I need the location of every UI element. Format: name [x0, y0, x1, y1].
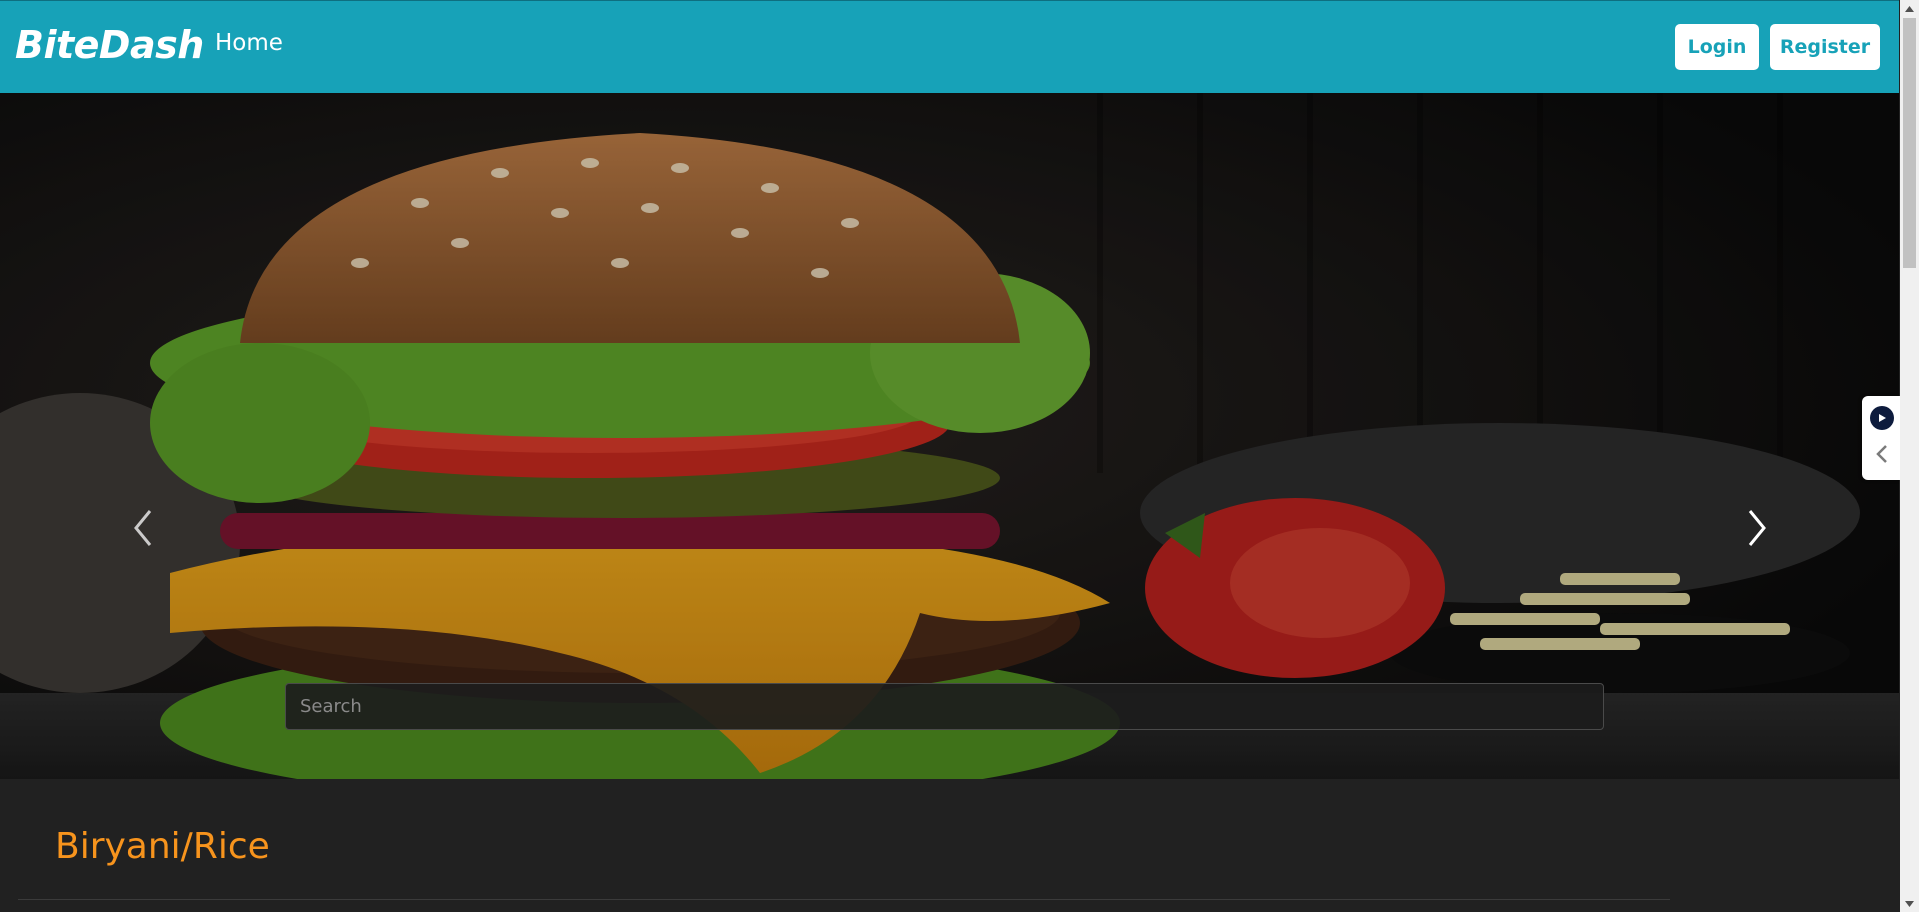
chevron-left-icon: [134, 510, 152, 546]
chevron-right-icon: [1748, 510, 1766, 546]
section-title: Biryani/Rice: [55, 826, 270, 867]
burger-food-photo: [0, 93, 1899, 779]
carousel-next-button[interactable]: [1742, 503, 1772, 553]
hero-carousel: [0, 93, 1899, 779]
brand-logo[interactable]: BiteDash: [15, 23, 204, 67]
scrollbar[interactable]: [1900, 0, 1919, 912]
register-button[interactable]: Register: [1770, 24, 1880, 70]
page: BiteDash Home Login Register Search Biry…: [0, 0, 1919, 912]
play-icon[interactable]: [1870, 406, 1894, 430]
chevron-left-icon[interactable]: [1872, 442, 1892, 466]
navbar: BiteDash Home Login Register: [0, 0, 1899, 93]
scrollbar-thumb[interactable]: [1903, 18, 1916, 268]
login-button[interactable]: Login: [1675, 24, 1759, 70]
carousel-prev-button[interactable]: [128, 503, 158, 553]
search-input[interactable]: [285, 683, 1604, 730]
section-divider: [18, 899, 1670, 900]
scroll-down-arrow-icon[interactable]: [1900, 895, 1919, 912]
scroll-up-arrow-icon[interactable]: [1900, 0, 1919, 17]
nav-link-home[interactable]: Home: [215, 30, 283, 56]
side-widget[interactable]: [1862, 396, 1900, 480]
